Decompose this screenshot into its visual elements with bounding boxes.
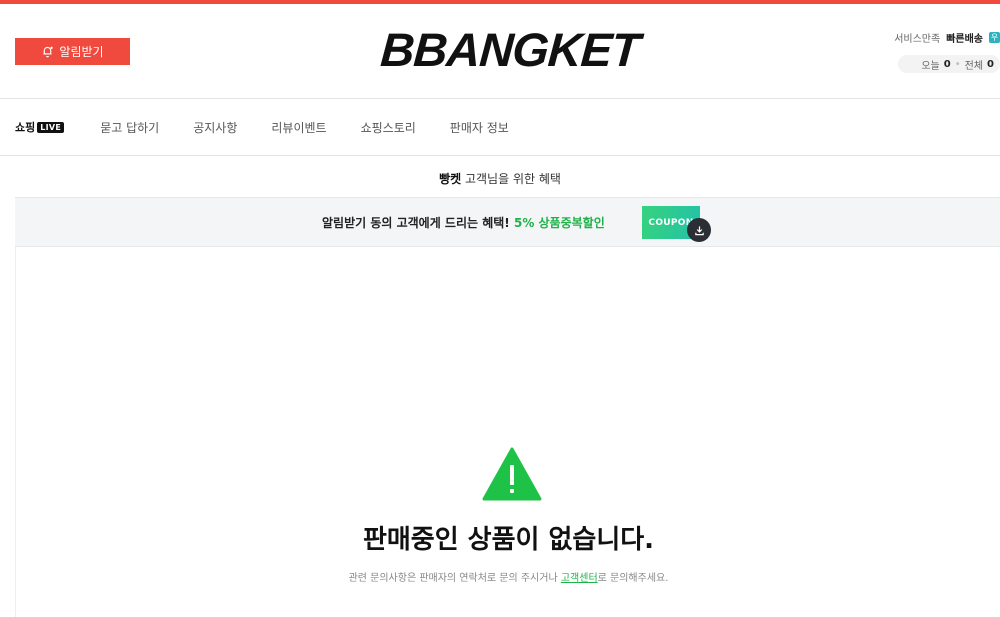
empty-desc-prefix: 관련 문의사항은 판매자의 연락처로 문의 주시거나: [348, 573, 561, 584]
separator-dot: •: [954, 58, 961, 70]
today-label: 오늘: [921, 60, 940, 72]
coupon-banner: 알림받기 동의 고객에게 드리는 혜택! 5% 상품중복할인 COUPON: [15, 197, 1000, 247]
empty-state-description: 관련 문의사항은 판매자의 연락처로 문의 주시거나 고객센터로 문의해주세요.: [16, 569, 1000, 584]
nav-item-notice[interactable]: 공지사항: [193, 119, 237, 136]
today-value: 0: [943, 58, 951, 70]
notify-button-label: 알림받기: [59, 45, 104, 59]
live-badge: LIVE: [37, 121, 65, 133]
coupon-download-button[interactable]: [687, 218, 711, 242]
coupon-text: 알림받기 동의 고객에게 드리는 혜택! 5% 상품중복할인: [322, 214, 605, 231]
visitor-count: 오늘 0 • 전체 0: [898, 55, 1000, 73]
product-list-area: 판매중인 상품이 없습니다. 관련 문의사항은 판매자의 연락처로 문의 주시거…: [15, 247, 1000, 617]
empty-state-title: 판매중인 상품이 없습니다.: [362, 525, 655, 555]
store-logo[interactable]: BBANGKET: [348, 22, 672, 76]
empty-desc-suffix: 로 문의해주세요.: [597, 573, 669, 584]
nav-item-shopping-story[interactable]: 쇼핑스토리: [361, 119, 416, 136]
notify-button[interactable]: 알림받기: [15, 38, 130, 65]
store-nav: 쇼핑 LIVE 묻고 답하기 공지사항 리뷰이벤트 쇼핑스토리 판매자 정보: [0, 99, 1000, 156]
download-icon: [694, 225, 704, 235]
nav-item-seller-info[interactable]: 판매자 정보: [450, 119, 509, 136]
benefit-title: 빵켓 고객님을 위한 혜택: [0, 170, 1000, 187]
benefit-brand: 빵켓: [439, 172, 462, 186]
bell-plus-icon: [43, 46, 54, 58]
service-satisfaction-label: 서비스만족: [894, 34, 941, 45]
coupon-text-main: 알림받기 동의 고객에게 드리는 혜택!: [322, 216, 514, 230]
store-header: 알림받기 BBANGKET 서비스만족 빠른배송 우 오늘 0 • 전체 0: [0, 4, 1000, 99]
nav-item-review-event[interactable]: 리뷰이벤트: [271, 119, 326, 136]
store-stats: 서비스만족 빠른배송 우 오늘 0 • 전체 0: [890, 30, 1000, 73]
total-value: 0: [987, 58, 994, 70]
customer-center-link[interactable]: 고객센터: [561, 573, 598, 584]
total-label: 전체: [964, 60, 984, 72]
nav-shopping-live[interactable]: 쇼핑 LIVE: [15, 119, 65, 135]
coupon-text-highlight: 5% 상품중복할인: [513, 216, 605, 230]
nav-live-label: 쇼핑: [15, 121, 36, 134]
warning-icon: [482, 447, 542, 501]
fast-delivery-label: 빠른배송: [946, 34, 983, 45]
nav-item-qna[interactable]: 묻고 답하기: [100, 119, 159, 136]
fast-delivery-badge: 우: [989, 32, 1000, 43]
benefit-title-suffix: 고객님을 위한 혜택: [461, 172, 561, 186]
